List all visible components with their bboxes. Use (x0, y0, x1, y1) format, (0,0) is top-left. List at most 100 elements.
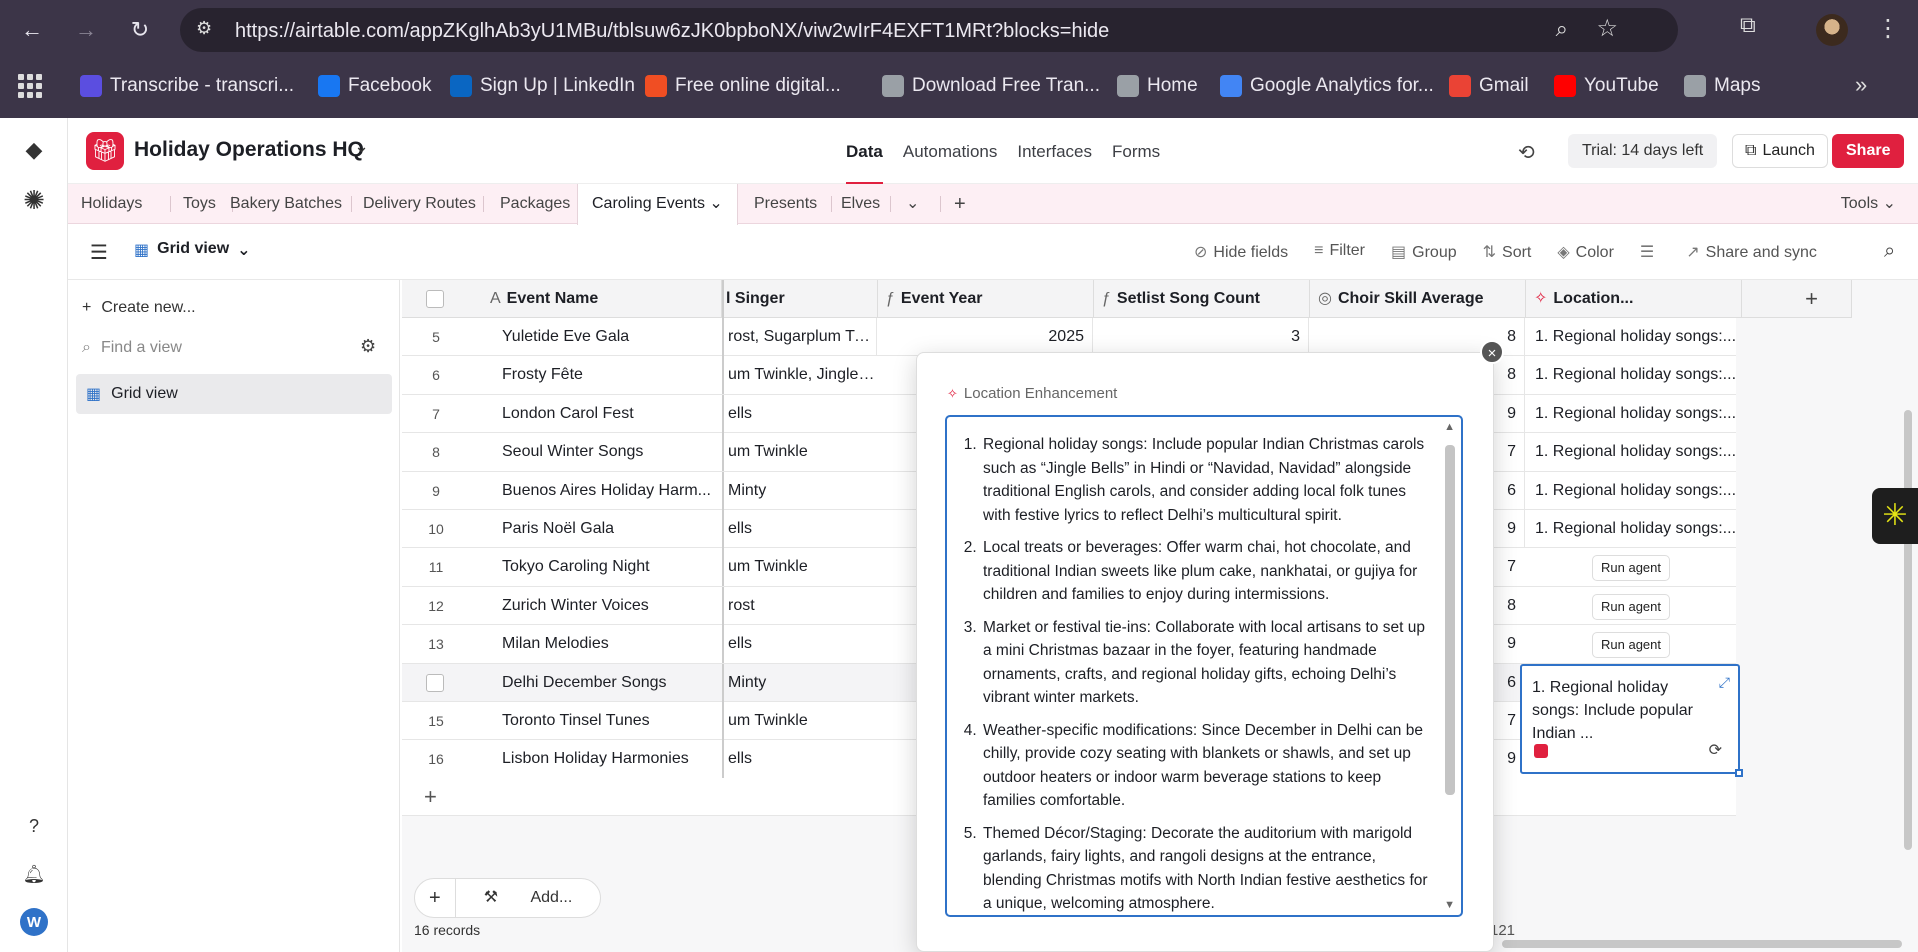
nav-forms[interactable]: Forms (1112, 142, 1160, 162)
cell-singer[interactable]: rost, Sugarplum Twi... (722, 318, 878, 356)
cell-singer[interactable]: ells (722, 625, 878, 664)
nav-data[interactable]: Data (846, 142, 883, 184)
tab-elves[interactable]: Elves (841, 184, 880, 224)
cell-event-name[interactable]: Paris Noël Gala (502, 510, 722, 548)
base-title[interactable]: Holiday Operations HQ (134, 138, 364, 162)
help-icon[interactable]: ? (20, 812, 48, 840)
refresh-icon[interactable]: ⟳ (1709, 740, 1722, 760)
search-icon[interactable]: ⌕ (1884, 240, 1895, 263)
bookmark-item[interactable]: Download Free Tran... (882, 72, 1100, 100)
site-settings-icon[interactable]: ⚙ (196, 18, 212, 39)
location-cell-expanded[interactable]: 1. Regional holiday songs: Include popul… (1520, 664, 1743, 777)
cell-location[interactable]: 1. Regional holiday songs:... (1524, 510, 1736, 548)
cell-singer[interactable]: um Twinkle (722, 548, 878, 587)
cell-event-name[interactable]: Yuletide Eve Gala (502, 318, 722, 356)
chevron-down-icon[interactable]: ⌄ (354, 136, 369, 157)
cell-singer[interactable]: ells (722, 740, 878, 779)
cell-singer[interactable]: ells (722, 510, 878, 548)
filter-button[interactable]: ≡ Filter (1314, 242, 1365, 262)
tab-toys[interactable]: Toys (183, 184, 216, 224)
forward-arrow-icon[interactable]: → (68, 12, 104, 48)
tab-bakery-batches[interactable]: Bakery Batches (230, 184, 342, 224)
cell-event-name[interactable]: Delhi December Songs (502, 664, 722, 702)
sort-button[interactable]: ⇅ Sort (1483, 242, 1532, 262)
row-checkbox[interactable] (426, 673, 444, 692)
tab-packages[interactable]: Packages (500, 184, 570, 224)
close-icon[interactable]: × (1480, 340, 1504, 364)
reload-icon[interactable]: ↻ (122, 12, 158, 48)
cell-location[interactable]: 1. Regional holiday songs:... (1524, 394, 1736, 433)
cell-singer[interactable]: ells (722, 394, 878, 433)
tab-delivery-routes[interactable]: Delivery Routes (363, 184, 476, 224)
vertical-scrollbar[interactable] (1904, 410, 1912, 850)
share-button[interactable]: Share (1832, 134, 1905, 168)
sidebar-item-grid-view[interactable]: ▦ Grid view (76, 374, 392, 414)
fill-handle[interactable] (1735, 769, 1743, 777)
scroll-down-icon[interactable]: ▼ (1444, 899, 1455, 911)
cell-event-name[interactable]: London Carol Fest (502, 395, 722, 433)
nav-interfaces[interactable]: Interfaces (1017, 142, 1092, 162)
bookmark-item[interactable]: Sign Up | LinkedIn (450, 72, 635, 100)
side-widget-icon[interactable]: ✳ (1872, 488, 1918, 544)
trial-badge[interactable]: Trial: 14 days left (1568, 134, 1718, 168)
cell-event-name[interactable]: Zurich Winter Voices (502, 587, 722, 625)
add-field-icon[interactable]: + (1772, 280, 1852, 318)
cell-location[interactable]: 1. Regional holiday songs:... (1524, 433, 1736, 472)
bookmark-item[interactable]: Free online digital... (645, 72, 841, 100)
hide-fields-button[interactable]: ⊘ Hide fields (1194, 242, 1288, 262)
cell-event-name[interactable]: Toronto Tinsel Tunes (502, 702, 722, 740)
launch-button[interactable]: ⧉ Launch (1732, 134, 1828, 168)
profile-avatar[interactable] (1816, 14, 1848, 46)
user-avatar[interactable]: W (20, 908, 48, 936)
select-all-checkbox[interactable] (426, 290, 444, 308)
cell-singer[interactable]: um Twinkle, Jingle F... (722, 356, 878, 395)
cell-singer[interactable]: um Twinkle (722, 702, 878, 740)
more-tables-chevron-icon[interactable]: ⌄ (906, 184, 919, 224)
horizontal-scrollbar[interactable] (1502, 940, 1902, 948)
color-button[interactable]: ◈ Color (1557, 242, 1614, 262)
extensions-icon[interactable]: ⧉ (1740, 12, 1756, 38)
cell-singer[interactable]: um Twinkle (722, 433, 878, 472)
run-agent-button[interactable]: Run agent (1592, 593, 1670, 620)
bookmark-item[interactable]: Maps (1684, 72, 1760, 100)
col-song-count[interactable]: ƒ Setlist Song Count (1094, 280, 1310, 318)
cell-event-name[interactable]: Milan Melodies (502, 625, 722, 663)
cell-singer[interactable]: rost (722, 586, 878, 625)
cell-location[interactable]: 1. Regional holiday songs:... (1524, 471, 1736, 510)
back-arrow-icon[interactable]: ← (14, 12, 50, 48)
bookmark-star-icon[interactable]: ☆ (1596, 14, 1618, 43)
gear-icon[interactable]: ⚙ (360, 336, 376, 357)
nav-automations[interactable]: Automations (903, 142, 998, 162)
add-record-button[interactable]: + (415, 879, 456, 917)
bookmark-item[interactable]: Home (1117, 72, 1198, 100)
tab-holidays[interactable]: Holidays (81, 184, 142, 224)
tools-menu[interactable]: Tools ⌄ (1841, 184, 1896, 224)
col-location[interactable]: ✧ Location... (1526, 280, 1742, 318)
expand-icon[interactable]: ⤢ (1719, 674, 1730, 691)
add-with-ai-button[interactable]: ⚒ Add... (456, 879, 601, 917)
run-agent-button[interactable]: Run agent (1592, 555, 1670, 582)
cell-location[interactable]: 1. Regional holiday songs:... (1524, 318, 1736, 356)
view-switcher[interactable]: ▦ Grid view ⌄ (134, 240, 251, 260)
cell-location[interactable]: 1. Regional holiday songs:... (1524, 356, 1736, 395)
col-singer[interactable]: l Singer (722, 280, 878, 318)
tab-caroling-events[interactable]: Caroling Events ⌄ (577, 184, 738, 225)
cell-singer[interactable]: Minty (722, 663, 878, 702)
menu-icon[interactable]: ☰ (90, 240, 108, 265)
bookmark-item[interactable]: Transcribe - transcri... (80, 72, 294, 100)
cell-event-name[interactable]: Seoul Winter Songs (502, 433, 722, 471)
bell-icon[interactable]: 🔔︎ (20, 860, 48, 888)
bookmark-item[interactable]: Gmail (1449, 72, 1529, 100)
cell-singer[interactable]: Minty (722, 471, 878, 510)
cell-event-name[interactable]: Frosty Fête (502, 356, 722, 394)
table-row[interactable]: 5 Yuletide Eve Gala rost, Sugarplum Twi...… (402, 318, 1736, 357)
create-view-button[interactable]: + Create new... (82, 290, 196, 326)
cell-event-name[interactable]: Tokyo Caroling Night (502, 548, 722, 586)
add-table-icon[interactable]: + (954, 184, 966, 224)
cell-event-name[interactable]: Lisbon Holiday Harmonies (502, 740, 722, 778)
bookmark-item[interactable]: Facebook (318, 72, 431, 100)
row-height-button[interactable]: ☰ (1640, 242, 1660, 262)
bookmark-item[interactable]: Google Analytics for... (1220, 72, 1434, 100)
browser-menu-icon[interactable]: ⋮ (1876, 14, 1900, 43)
gift-icon[interactable]: 🎁︎ (86, 132, 124, 170)
